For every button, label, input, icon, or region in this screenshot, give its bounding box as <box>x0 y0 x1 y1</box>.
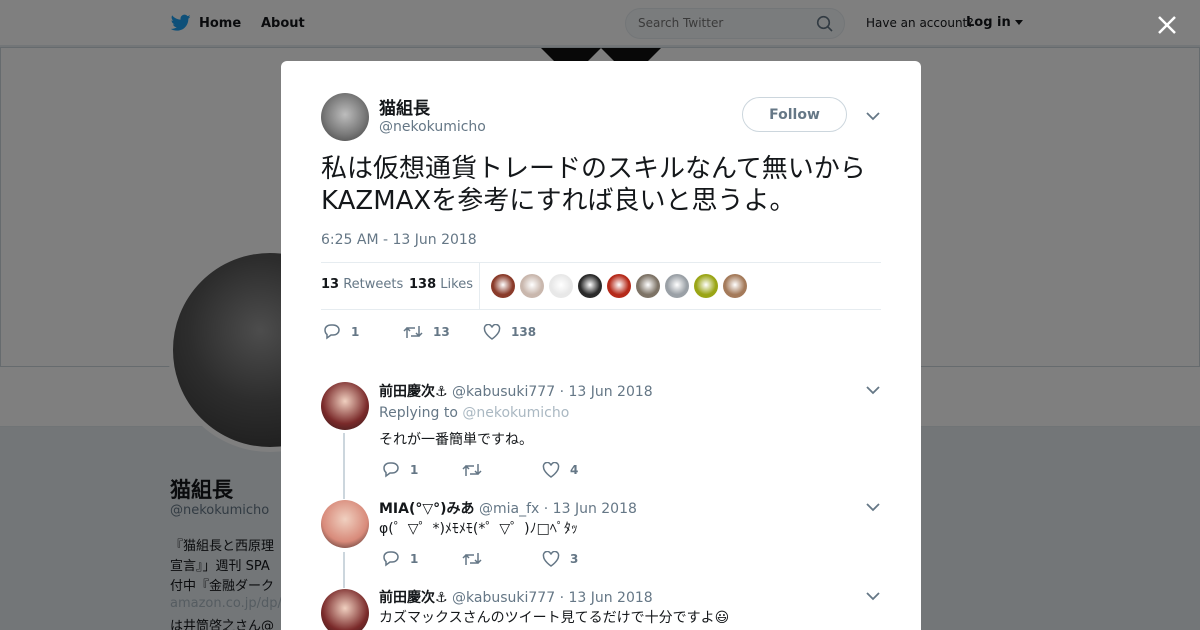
liker-avatars <box>491 274 747 298</box>
reply-icon <box>383 551 399 567</box>
retweet-count: 13 <box>433 324 450 339</box>
reply-icon <box>324 324 340 340</box>
liker-avatar[interactable] <box>665 274 689 298</box>
reply-button[interactable]: 1 <box>382 461 462 478</box>
retweets-stat[interactable]: 13 Retweets <box>321 277 403 292</box>
reply-icon <box>383 462 399 478</box>
replying-to-label: Replying to <box>379 405 458 421</box>
heart-icon <box>542 461 560 478</box>
liker-avatar[interactable] <box>491 274 515 298</box>
reply-text: φ(゜▽゜*)ﾒﾓﾒﾓ(*゜▽゜)ﾉ□ﾍﾟﾀｯ <box>379 521 578 537</box>
chevron-down-icon[interactable] <box>866 502 880 512</box>
liker-avatar[interactable] <box>636 274 660 298</box>
reply-header: 前田慶次⚓ @kabusuki777 · 13 Jun 2018 <box>379 587 653 607</box>
replying-to-handle[interactable]: @nekokumicho <box>462 405 569 421</box>
replying-to: Replying to @nekokumicho <box>379 405 569 421</box>
author-avatar[interactable] <box>321 93 369 141</box>
reply-button[interactable]: 1 <box>323 323 403 340</box>
like-button[interactable]: 4 <box>542 461 622 478</box>
thread-line <box>343 433 345 499</box>
likes-stat[interactable]: 138 Likes <box>409 277 473 292</box>
retweets-count: 13 <box>321 277 340 292</box>
liker-avatar[interactable] <box>578 274 602 298</box>
liker-avatar[interactable] <box>694 274 718 298</box>
chevron-down-icon[interactable] <box>866 111 880 121</box>
tweet-timestamp[interactable]: 6:25 AM - 13 Jun 2018 <box>321 232 477 248</box>
reply-button[interactable]: 1 <box>382 550 462 567</box>
retweet-button[interactable]: 13 <box>403 324 483 340</box>
reply-author-handle[interactable]: @kabusuki777 <box>452 590 555 606</box>
like-button[interactable]: 3 <box>542 550 622 567</box>
reply-actions: 1 3 <box>382 550 622 567</box>
likes-label: Likes <box>440 277 473 292</box>
like-count: 4 <box>570 462 579 477</box>
reply-author-handle[interactable]: @kabusuki777 <box>452 384 555 400</box>
author-name[interactable]: 猫組長 <box>379 94 430 119</box>
reply-author-name[interactable]: 前田慶次⚓ <box>379 384 448 400</box>
close-icon[interactable] <box>1152 10 1182 40</box>
chevron-down-icon[interactable] <box>866 385 880 395</box>
chevron-down-icon[interactable] <box>866 591 880 601</box>
liker-avatar[interactable] <box>549 274 573 298</box>
like-button[interactable]: 138 <box>483 323 563 340</box>
tweet-actions: 1 13 138 <box>323 323 563 340</box>
reply-date[interactable]: · 13 Jun 2018 <box>560 590 653 606</box>
retweet-icon <box>403 325 423 338</box>
like-count: 138 <box>511 324 537 339</box>
author-handle[interactable]: @nekokumicho <box>379 119 486 135</box>
reply-author-name[interactable]: 前田慶次⚓ <box>379 590 448 606</box>
tweet-modal: 猫組長 @nekokumicho Follow 私は仮想通貨トレードのスキルなん… <box>281 61 921 630</box>
retweet-icon <box>462 463 482 476</box>
tweet-text: 私は仮想通貨トレードのスキルなんて無いからKAZMAXを参考にすれば良いと思うよ… <box>321 154 866 216</box>
reply-actions: 1 4 <box>382 461 622 478</box>
thread-line <box>343 552 345 588</box>
reply-count: 1 <box>410 462 419 477</box>
heart-icon <box>542 550 560 567</box>
reply-avatar[interactable] <box>321 382 369 430</box>
reply-avatar[interactable] <box>321 589 369 630</box>
liker-avatar[interactable] <box>607 274 631 298</box>
reply-date[interactable]: · 13 Jun 2018 <box>560 384 653 400</box>
reply-text: カズマックスさんのツイート見てるだけで十分ですよ😃 <box>379 610 730 626</box>
reply-count: 1 <box>410 551 419 566</box>
liker-avatar[interactable] <box>723 274 747 298</box>
liker-avatar[interactable] <box>520 274 544 298</box>
reply-avatar[interactable] <box>321 500 369 548</box>
reply-header: 前田慶次⚓ @kabusuki777 · 13 Jun 2018 <box>379 381 653 401</box>
stats-divider <box>479 263 480 309</box>
like-count: 3 <box>570 551 579 566</box>
reply-text: それが一番簡単ですね。 <box>379 432 533 448</box>
reply-date[interactable]: · 13 Jun 2018 <box>544 501 637 517</box>
follow-button[interactable]: Follow <box>742 97 847 132</box>
reply-header: MIA(°▽°)みあ @mia_fx · 13 Jun 2018 <box>379 498 637 518</box>
retweet-icon <box>462 552 482 565</box>
heart-icon <box>483 323 501 340</box>
retweets-label: Retweets <box>343 277 404 292</box>
reply-count: 1 <box>351 324 360 339</box>
likes-count: 138 <box>409 277 437 292</box>
retweet-button[interactable] <box>462 462 542 478</box>
retweet-button[interactable] <box>462 551 542 567</box>
reply-author-handle[interactable]: @mia_fx <box>479 501 539 517</box>
tweet-stats: 13 Retweets 138 Likes <box>321 262 881 310</box>
reply-author-name[interactable]: MIA(°▽°)みあ <box>379 501 475 517</box>
